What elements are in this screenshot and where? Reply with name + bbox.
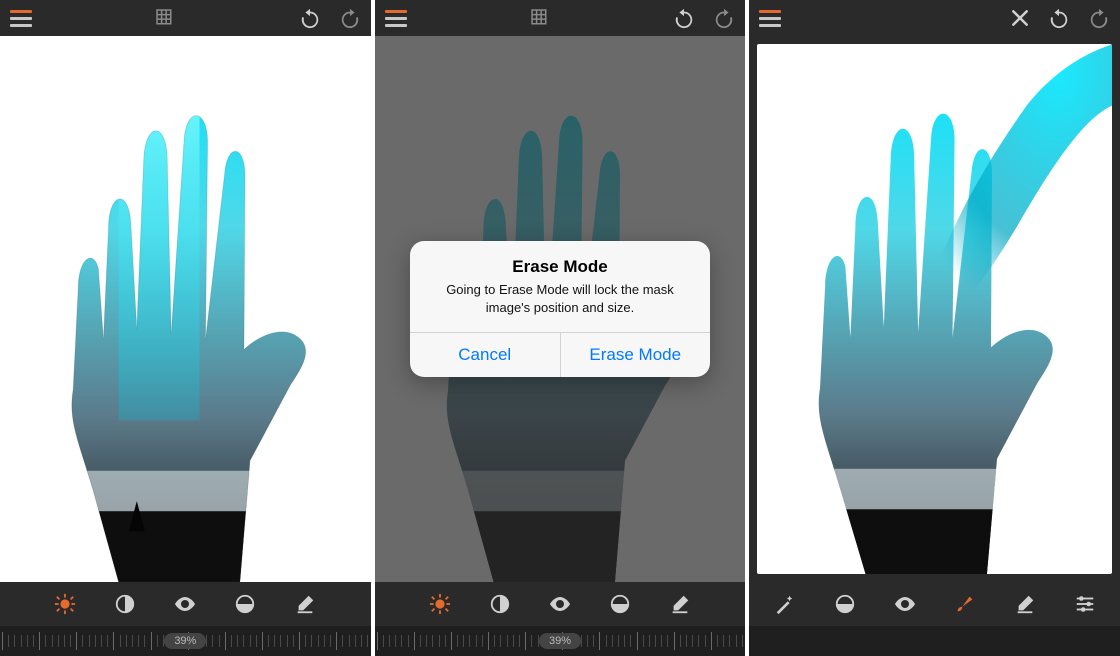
artwork: [757, 44, 1112, 574]
brightness-icon[interactable]: [427, 591, 453, 617]
screen-dialog: 39% Erase Mode Going to Erase Mode will …: [375, 0, 746, 656]
redo-icon[interactable]: [339, 7, 361, 29]
close-icon[interactable]: [1010, 8, 1030, 28]
ruler-value: 39%: [164, 633, 206, 649]
bottom-toolbar: [749, 582, 1120, 626]
eraser-icon[interactable]: [292, 591, 318, 617]
value-ruler[interactable]: 39%: [0, 626, 371, 656]
eye-icon[interactable]: [172, 591, 198, 617]
screen-edit: 39%: [0, 0, 371, 656]
sliders-icon[interactable]: [1072, 591, 1098, 617]
bottom-toolbar: [0, 582, 371, 626]
image-canvas[interactable]: [757, 44, 1112, 574]
dialog-message: Going to Erase Mode will lock the mask i…: [430, 281, 690, 316]
mask-icon[interactable]: [832, 591, 858, 617]
erase-mode-dialog: Erase Mode Going to Erase Mode will lock…: [410, 241, 710, 377]
bottom-toolbar: [375, 582, 746, 626]
brush-icon[interactable]: [952, 591, 978, 617]
undo-icon[interactable]: [1048, 7, 1070, 29]
blend-icon[interactable]: [607, 591, 633, 617]
bottom-spacer: [749, 626, 1120, 656]
confirm-erase-button[interactable]: Erase Mode: [560, 333, 711, 377]
modal-overlay: Erase Mode Going to Erase Mode will lock…: [375, 36, 746, 582]
eraser-icon[interactable]: [667, 591, 693, 617]
grid-icon[interactable]: [154, 7, 176, 29]
eye-icon[interactable]: [547, 591, 573, 617]
blend-icon[interactable]: [232, 591, 258, 617]
cancel-button[interactable]: Cancel: [410, 333, 560, 377]
ruler-value: 39%: [539, 633, 581, 649]
brightness-icon[interactable]: [52, 591, 78, 617]
value-ruler[interactable]: 39%: [375, 626, 746, 656]
contrast-icon[interactable]: [487, 591, 513, 617]
eraser-icon[interactable]: [1012, 591, 1038, 617]
top-toolbar: [0, 0, 371, 36]
menu-icon[interactable]: [10, 10, 32, 27]
eye-icon[interactable]: [892, 591, 918, 617]
three-screenshot-row: 39%: [0, 0, 1120, 656]
top-toolbar: [749, 0, 1120, 36]
artwork: [0, 36, 371, 582]
wand-icon[interactable]: [772, 591, 798, 617]
grid-icon[interactable]: [529, 7, 551, 29]
redo-icon[interactable]: [1088, 7, 1110, 29]
menu-icon[interactable]: [385, 10, 407, 27]
dialog-title: Erase Mode: [426, 257, 694, 277]
dialog-buttons: Cancel Erase Mode: [410, 332, 710, 377]
screen-erase-mode: [749, 0, 1120, 656]
contrast-icon[interactable]: [112, 591, 138, 617]
top-toolbar: [375, 0, 746, 36]
image-canvas[interactable]: [0, 36, 371, 582]
redo-icon[interactable]: [713, 7, 735, 29]
undo-icon[interactable]: [299, 7, 321, 29]
undo-icon[interactable]: [673, 7, 695, 29]
menu-icon[interactable]: [759, 10, 781, 27]
